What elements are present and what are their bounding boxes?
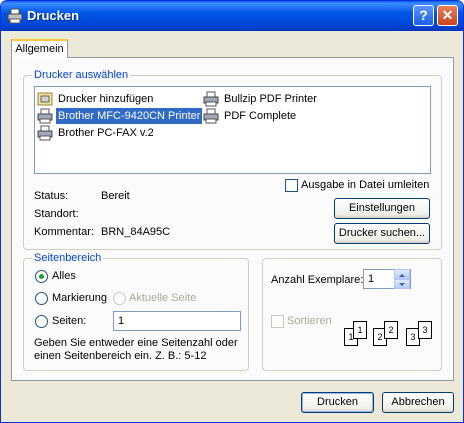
add-printer-icon [37,92,53,106]
copies-spinner[interactable] [394,269,410,289]
radio-current-page-label: Aktuelle Seite [129,292,197,304]
printer-icon [203,91,219,107]
printer-item-label: Bullzip PDF Printer [224,93,317,105]
printer-icon [37,108,53,124]
help-button[interactable]: ? [413,5,434,26]
printer-item-label: Brother PC-FAX v.2 [58,127,154,139]
find-printer-button[interactable]: Drucker suchen... [334,223,430,244]
comment-label: Kommentar: [34,226,94,238]
print-dialog: Drucken ? ✕ Allgemein Drucker auswählen … [0,0,464,423]
radio-all-label[interactable]: Alles [52,270,76,282]
page-range-hint: Geben Sie entweder eine Seitenzahl oder … [34,337,238,362]
printer-icon [37,125,53,141]
settings-button[interactable]: Einstellungen [334,198,430,219]
cancel-button[interactable]: Abbrechen [382,392,454,413]
printer-group-legend: Drucker auswählen [32,69,131,81]
print-button[interactable]: Drucken [301,392,374,413]
printer-item-label: PDF Complete [224,110,297,122]
pages-input[interactable]: 1 [113,311,241,331]
close-button[interactable]: ✕ [437,5,458,26]
copies-count-label: Anzahl Exemplare: [271,274,364,286]
status-label: Status: [34,190,69,202]
collate-page: 3 [418,321,432,339]
comment-value: BRN_84A95C [101,226,171,238]
collate-page: 2 [384,321,398,339]
tab-allgemein[interactable]: Allgemein [11,39,68,58]
title-bar: Drucken ? ✕ [1,1,463,31]
radio-pages[interactable] [35,315,48,328]
radio-pages-label[interactable]: Seiten: [52,315,86,327]
print-to-file-checkbox[interactable] [285,179,298,192]
collate-checkbox [271,315,284,328]
printer-icon [7,8,23,24]
spin-up-arrow-icon[interactable] [394,269,410,279]
status-value: Bereit [101,190,130,202]
printer-icon [203,108,219,124]
collate-page: 1 [353,321,367,339]
radio-all[interactable] [35,270,48,283]
printer-item-label: Drucker hinzufügen [58,93,154,105]
printer-item-label: Brother MFC-9420CN Printer [56,108,203,124]
print-to-file-label[interactable]: Ausgabe in Datei umleiten [301,179,429,191]
collate-label: Sortieren [287,315,332,327]
spin-down-arrow-icon[interactable] [394,279,410,289]
radio-selection[interactable] [35,292,48,305]
printer-list[interactable]: Drucker hinzufügen Brother MFC-9420CN Pr… [34,86,431,174]
window-title: Drucken [27,8,80,23]
location-label: Standort: [34,208,79,220]
page-range-legend: Seitenbereich [32,252,104,264]
radio-selection-label[interactable]: Markierung [52,292,107,304]
radio-current-page [113,292,126,305]
